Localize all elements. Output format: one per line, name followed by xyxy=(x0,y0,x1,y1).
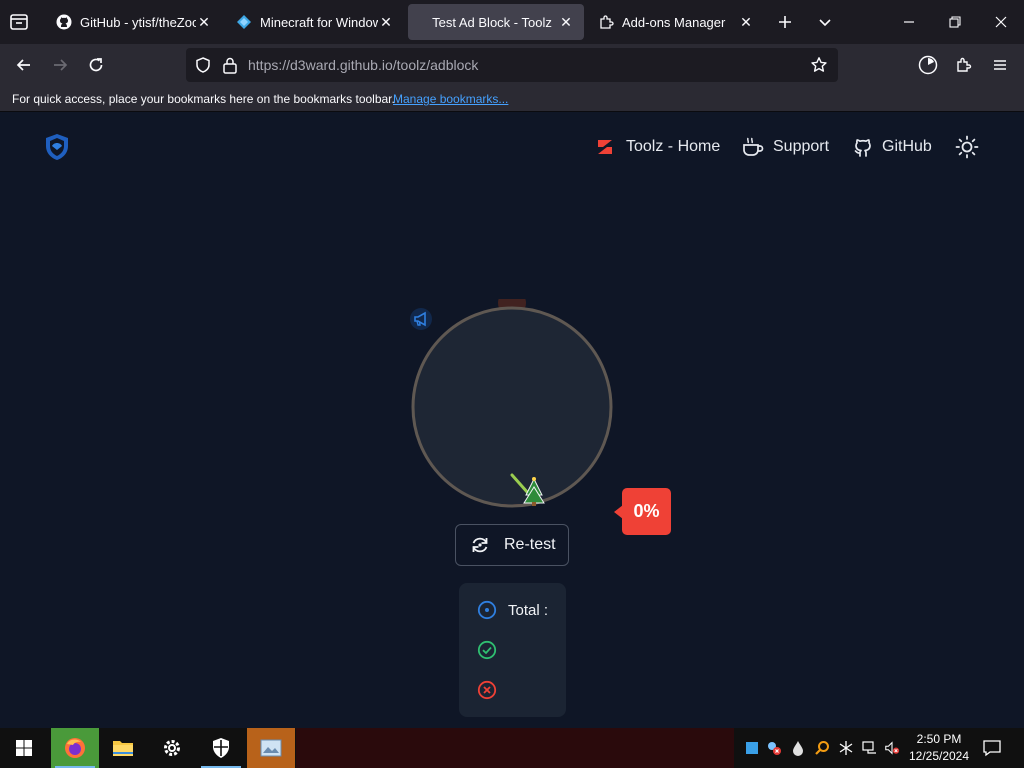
tab-bar: GitHub - ytisf/theZoo: ✕ Minecraft for W… xyxy=(0,0,1024,44)
tab-title: Test Ad Block - Toolz xyxy=(432,14,552,30)
minimize-icon[interactable] xyxy=(886,0,932,44)
reload-icon[interactable] xyxy=(80,49,112,81)
url-path: /toolz/adblock xyxy=(392,57,479,73)
tab-addons-manager[interactable]: Add-ons Manager ✕ xyxy=(588,4,764,40)
nav-github-label: GitHub xyxy=(882,138,932,155)
notifications-icon[interactable] xyxy=(982,739,1002,757)
clock-date: 12/25/2024 xyxy=(908,749,970,763)
tab-adblock-test[interactable]: Test Ad Block - Toolz ✕ xyxy=(408,4,584,40)
taskbar-file-explorer[interactable] xyxy=(99,728,147,768)
total-label: Total : xyxy=(508,601,549,619)
new-tab-icon[interactable] xyxy=(776,13,794,31)
menu-icon[interactable] xyxy=(984,49,1016,81)
tab-minecraft[interactable]: Minecraft for Windows ✕ xyxy=(226,4,404,40)
tray-bluetooth-icon[interactable] xyxy=(838,740,854,756)
restore-icon[interactable] xyxy=(932,0,978,44)
close-tab-icon[interactable]: ✕ xyxy=(378,14,394,30)
tab-github[interactable]: GitHub - ytisf/theZoo: ✕ xyxy=(46,4,222,40)
page-content: Toolz - Home Support GitHub 0% Re-test T… xyxy=(0,113,1024,728)
retest-label: Re-test xyxy=(504,536,556,553)
stat-passed xyxy=(477,640,508,660)
tray-app-icon[interactable] xyxy=(744,740,760,756)
nav-home-label: Toolz - Home xyxy=(626,138,721,155)
stat-failed xyxy=(477,680,508,700)
file-explorer-icon xyxy=(111,737,135,759)
retest-button[interactable]: Re-test xyxy=(455,524,569,566)
tracking-protection-icon[interactable] xyxy=(194,56,212,74)
tray-ethernet-icon[interactable] xyxy=(862,740,878,756)
url-bar[interactable]: https://d3ward.github.io/toolz/adblock xyxy=(186,48,838,82)
nav-toolz-home[interactable]: Toolz - Home xyxy=(596,133,720,161)
back-icon[interactable] xyxy=(8,49,40,81)
x-circle-icon xyxy=(477,680,497,700)
taskbar-firefox[interactable] xyxy=(51,728,99,768)
puzzle-icon xyxy=(598,14,614,30)
navigation-toolbar: https://d3ward.github.io/toolz/adblock xyxy=(0,44,1024,86)
stats-card: Total : xyxy=(459,583,566,717)
site-logo-icon[interactable] xyxy=(44,133,70,161)
firefox-view-icon[interactable] xyxy=(8,11,30,33)
nav-support[interactable]: Support xyxy=(741,133,829,161)
tray-search-icon[interactable] xyxy=(814,740,830,756)
windows-logo-icon xyxy=(15,739,33,757)
tab-title: Add-ons Manager xyxy=(622,14,726,30)
taskbar: 2:50 PM 12/25/2024 xyxy=(0,728,1024,768)
close-tab-icon[interactable]: ✕ xyxy=(196,14,212,30)
bookmarks-hint: For quick access, place your bookmarks h… xyxy=(12,92,395,106)
close-window-icon[interactable] xyxy=(978,0,1024,44)
tray-network-error-icon[interactable] xyxy=(766,740,782,756)
start-button[interactable] xyxy=(0,728,48,768)
taskbar-image-viewer[interactable] xyxy=(247,728,295,768)
theme-toggle-sun-icon[interactable] xyxy=(955,135,979,159)
github-icon xyxy=(56,14,72,30)
close-tab-icon[interactable]: ✕ xyxy=(558,14,574,30)
list-all-tabs-icon[interactable] xyxy=(816,13,834,31)
tree-sprite-icon xyxy=(510,471,546,507)
image-viewer-icon xyxy=(259,737,283,759)
coffee-icon xyxy=(741,136,765,158)
extensions-icon[interactable] xyxy=(948,49,980,81)
clock-time: 2:50 PM xyxy=(916,732,962,746)
taskbar-windows-security[interactable] xyxy=(197,728,245,768)
firefox-icon xyxy=(63,736,87,760)
lock-icon[interactable] xyxy=(222,56,238,74)
close-tab-icon[interactable]: ✕ xyxy=(738,14,754,30)
bookmark-star-icon[interactable] xyxy=(810,56,828,74)
system-clock[interactable]: 2:50 PM 12/25/2024 xyxy=(906,731,972,765)
check-circle-icon xyxy=(477,640,497,660)
github-icon xyxy=(852,136,874,158)
settings-icon xyxy=(161,737,183,759)
url-text[interactable]: https://d3ward.github.io/toolz/adblock xyxy=(248,57,478,73)
nav-support-label: Support xyxy=(773,138,830,155)
refresh-icon xyxy=(470,535,490,555)
tab-title: Minecraft for Windows xyxy=(260,14,378,30)
manage-bookmarks-link[interactable]: Manage bookmarks... xyxy=(393,92,508,106)
firefox-account-icon[interactable] xyxy=(912,49,944,81)
taskbar-background-strip xyxy=(296,728,734,768)
tray-volume-muted-icon[interactable] xyxy=(884,740,900,756)
tray-drop-icon[interactable] xyxy=(790,740,806,756)
stat-total: Total : xyxy=(477,600,548,620)
total-target-icon xyxy=(477,600,497,620)
tab-title: GitHub - ytisf/theZoo: xyxy=(80,14,196,30)
forward-icon[interactable] xyxy=(44,49,76,81)
toolz-logo-icon xyxy=(596,137,614,157)
nav-github[interactable]: GitHub xyxy=(852,133,932,161)
taskbar-settings[interactable] xyxy=(148,728,196,768)
windows-security-icon xyxy=(211,737,231,759)
bookmarks-toolbar: For quick access, place your bookmarks h… xyxy=(0,86,1024,112)
minecraft-icon xyxy=(236,14,252,30)
url-host: https://d3ward.github.io xyxy=(248,57,393,73)
percentage-badge: 0% xyxy=(622,488,671,535)
